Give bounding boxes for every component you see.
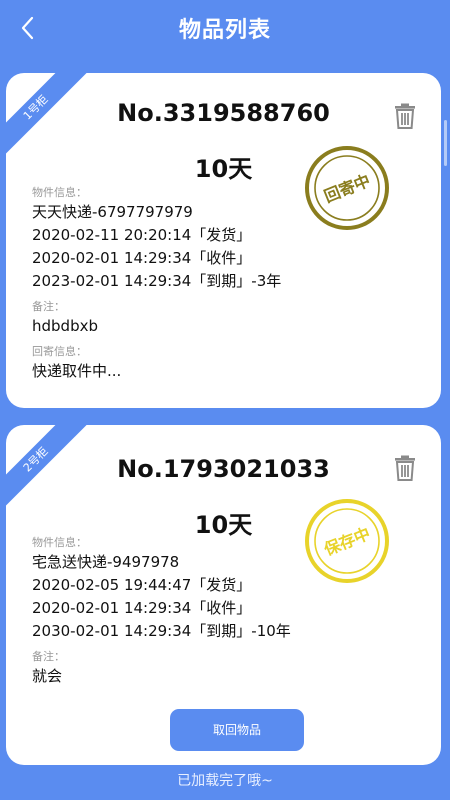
load-complete-text: 已加载完了哦~ <box>177 773 273 789</box>
item-info: 物件信息： 天天快递-6797797979 2020-02-11 20:20:1… <box>32 183 421 383</box>
item-card: 2号柜 No.1793021033 10天 保存中 物件信息： 宅急送快递-94… <box>6 425 441 765</box>
item-card: 1号柜 No.3319588760 10天 回寄中 物件信息： 天天快递-679… <box>6 73 441 408</box>
note-text: 就会 <box>32 667 63 685</box>
scrollbar[interactable] <box>444 120 447 166</box>
courier-info: 天天快递-6797797979 <box>32 203 193 221</box>
note-text: hdbdbxb <box>32 317 98 335</box>
return-label: 回寄信息： <box>32 345 87 358</box>
receive-time: 2020-02-01 14:29:34「收件」 <box>32 599 252 617</box>
page-title: 物品列表 <box>178 18 271 43</box>
item-info: 物件信息： 宅急送快递-9497978 2020-02-05 19:44:47「… <box>32 533 421 688</box>
trash-icon[interactable] <box>393 103 417 129</box>
receive-time: 2020-02-01 14:29:34「收件」 <box>32 249 252 267</box>
courier-info: 宅急送快递-9497978 <box>32 553 180 571</box>
note-label: 备注： <box>32 300 65 313</box>
header: 物品列表 <box>0 0 450 60</box>
ship-time: 2020-02-05 19:44:47「发货」 <box>32 576 252 594</box>
retrieve-item-button[interactable]: 取回物品 <box>170 709 304 751</box>
info-label: 物件信息： <box>32 536 87 549</box>
trash-icon[interactable] <box>393 455 417 481</box>
ship-time: 2020-02-11 20:20:14「发货」 <box>32 226 252 244</box>
note-label: 备注： <box>32 650 65 663</box>
tracking-number: No.3319588760 <box>117 99 330 127</box>
tracking-number: No.1793021033 <box>117 455 330 483</box>
expire-time: 2023-02-01 14:29:34「到期」-3年 <box>32 272 282 290</box>
expire-time: 2030-02-01 14:29:34「到期」-10年 <box>32 622 291 640</box>
return-info: 快递取件中... <box>32 362 122 380</box>
info-label: 物件信息： <box>32 186 87 199</box>
